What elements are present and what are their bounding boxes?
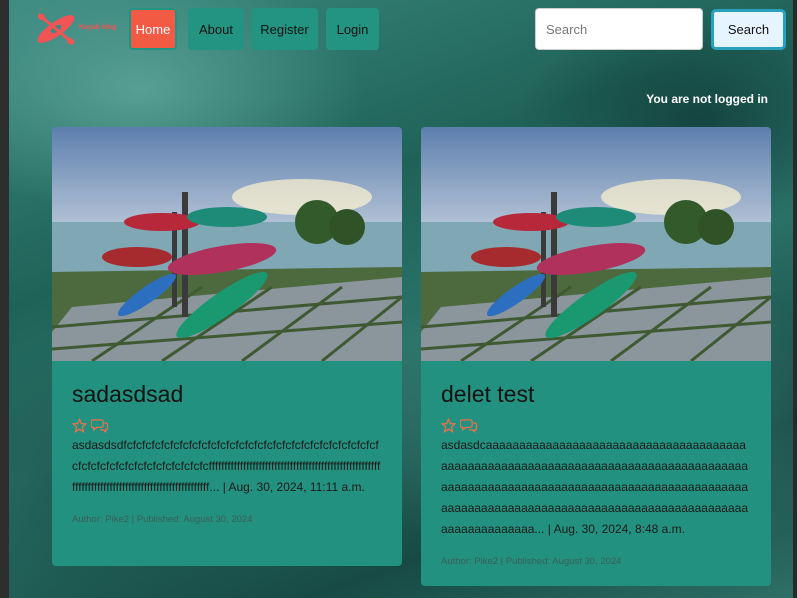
post-image xyxy=(421,127,771,361)
post-card[interactable]: sadasdsad asdasdsdfcfcfcfcfcfcfcfcfcfcfc… xyxy=(52,127,402,566)
post-excerpt: asdasdsdfcfcfcfcfcfcfcfcfcfcfcfcfcfcfcfc… xyxy=(72,438,381,494)
search-button[interactable]: Search xyxy=(711,9,786,50)
nav-register-button[interactable]: Register xyxy=(251,8,318,50)
post-actions xyxy=(72,418,382,433)
post-title[interactable]: sadasdsad xyxy=(72,381,382,408)
login-status-text: You are not logged in xyxy=(646,92,768,106)
post-meta: Author: Pike2 | Published: August 30, 20… xyxy=(441,556,622,567)
post-excerpt: asdasdcaaaaaaaaaaaaaaaaaaaaaaaaaaaaaaaaa… xyxy=(441,438,748,536)
nav-login-button[interactable]: Login xyxy=(326,8,379,50)
post-card[interactable]: delet test asdasdcaaaaaaaaaaaaaaaaaaaaaa… xyxy=(421,127,771,586)
nav-about-button[interactable]: About xyxy=(188,8,244,50)
logo-text: Kayak blog xyxy=(79,24,117,31)
star-outline-icon[interactable] xyxy=(72,418,87,433)
window-edge xyxy=(0,0,9,598)
search-input[interactable] xyxy=(535,8,703,50)
nav-home-button[interactable]: Home xyxy=(129,8,177,50)
post-meta: Author: Pike2 | Published: August 30, 20… xyxy=(72,514,253,525)
comments-icon[interactable] xyxy=(460,418,478,433)
comments-icon[interactable] xyxy=(91,418,109,433)
post-card-body: delet test asdasdcaaaaaaaaaaaaaaaaaaaaaa… xyxy=(421,361,771,567)
star-outline-icon[interactable] xyxy=(441,418,456,433)
post-image xyxy=(52,127,402,361)
post-timestamp: Aug. 30, 2024, 11:11 a.m. xyxy=(228,480,365,494)
post-title[interactable]: delet test xyxy=(441,381,751,408)
window-edge xyxy=(793,0,797,598)
post-timestamp: Aug. 30, 2024, 8:48 a.m. xyxy=(553,522,685,536)
post-actions xyxy=(441,418,751,433)
post-card-body: sadasdsad asdasdsdfcfcfcfcfcfcfcfcfcfcfc… xyxy=(52,361,402,525)
